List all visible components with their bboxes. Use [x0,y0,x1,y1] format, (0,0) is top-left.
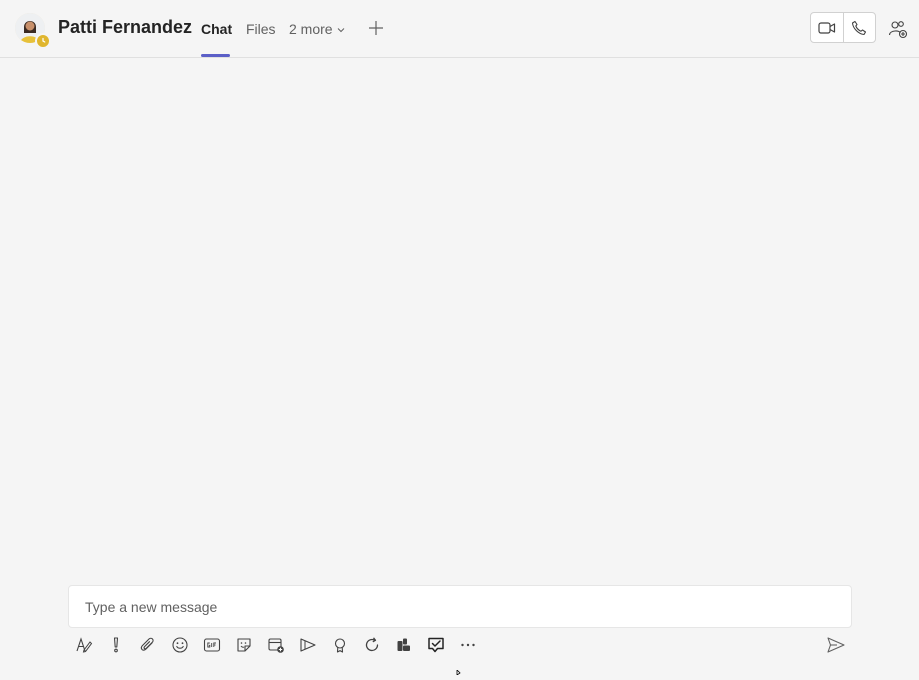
active-tab-indicator [201,54,230,57]
apps-icon [397,638,410,651]
important-button[interactable] [105,634,127,656]
praise-icon [334,638,346,653]
schedule-meeting-icon [268,638,284,653]
important-icon [113,637,119,653]
tab-more-label: 2 more [289,21,333,37]
gif-icon [203,638,221,652]
sticker-button[interactable] [233,634,255,656]
plus-icon [369,21,383,35]
audio-call-button[interactable] [842,13,876,42]
more-options-button[interactable] [457,634,479,656]
video-call-icon [818,21,835,34]
tab-chat[interactable]: Chat [201,21,232,37]
compose-box[interactable] [68,585,852,628]
loop-button[interactable] [361,634,383,656]
apps-button[interactable] [393,634,415,656]
praise-button[interactable] [329,634,351,656]
emoji-icon [172,637,188,653]
approvals-button[interactable] [425,634,447,656]
video-call-button[interactable] [811,13,843,42]
send-icon [827,637,845,653]
add-people-icon [888,21,908,39]
schedule-meeting-button[interactable] [265,634,287,656]
emoji-button[interactable] [169,634,191,656]
gif-button[interactable] [201,634,223,656]
format-button[interactable] [73,634,95,656]
call-button-group [810,12,876,43]
audio-call-icon [852,20,867,35]
attach-icon [140,637,154,651]
sticker-icon [237,638,251,652]
stream-icon [300,638,316,652]
tab-more[interactable]: 2 more [289,21,346,37]
chevron-down-icon [337,28,344,33]
mouse-cursor-icon [456,662,464,676]
attach-button[interactable] [137,634,159,656]
chat-header: Patti Fernandez Chat Files 2 more [0,0,919,58]
more-options-icon [461,643,475,647]
send-button[interactable] [824,634,848,656]
approvals-icon [428,637,444,653]
tab-files[interactable]: Files [246,21,276,37]
message-input[interactable] [69,586,851,627]
format-icon [76,637,93,653]
presence-icon [35,33,51,49]
stream-button[interactable] [297,634,319,656]
add-people-button[interactable] [886,17,910,41]
loop-icon [365,637,379,652]
add-tab-button[interactable] [366,18,386,38]
contact-name[interactable]: Patti Fernandez [58,17,192,38]
